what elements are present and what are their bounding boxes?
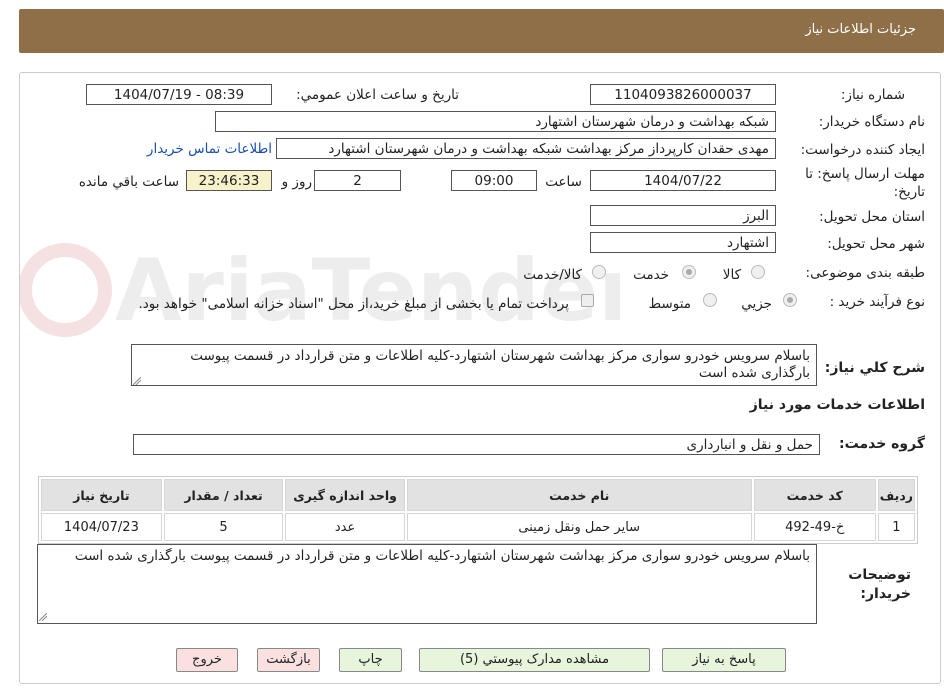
description-textarea: باسلام سرویس خودرو سواری مرکز بهداشت شهر… [131,344,817,386]
category-both-radio[interactable] [592,265,606,279]
col-quantity: تعداد / مقدار [163,479,284,511]
buyer-org-field: شبکه بهداشت و درمان شهرستان اشتهارد [215,111,776,132]
treasury-payment-checkbox[interactable] [581,294,594,307]
description-label: شرح کلي نیاز: [824,360,925,376]
services-section-title: اطلاعات خدمات مورد نیاز [749,397,925,413]
col-unit: واحد اندازه گیری [285,479,405,511]
remaining-label: ساعت باقي مانده [78,174,179,190]
reply-button[interactable]: پاسخ به نیاز [662,648,786,672]
process-minor-label: جزيي [741,296,772,312]
buyer-notes-textarea: باسلام سرویس خودرو سواری مرکز بهداشت شهر… [37,544,817,624]
process-medium-label: متوسط [648,296,691,312]
service-group-field: حمل و نقل و انبارداری [133,434,820,455]
announce-datetime-field: 1404/07/19 - 08:39 [86,84,272,105]
process-medium-radio[interactable] [703,293,717,307]
buyer-contact-link[interactable]: اطلاعات تماس خریدار [147,141,272,157]
category-service-label: خدمت [633,267,669,283]
services-table-header: ردیف کد خدمت نام خدمت واحد اندازه گیری ت… [41,479,915,511]
category-goods-label: کالا [722,267,741,283]
col-row-number: ردیف [877,479,915,511]
city-field: اشتهارد [590,232,776,253]
province-field: البرز [590,205,776,226]
need-number-field: 1104093826000037 [590,84,776,105]
watermark-logo: AriaTender.neT [20,241,620,341]
category-both-label: کالا/خدمت [523,267,582,283]
requester-field: مهدی حقدان کارپرداز مرکز بهداشت شبکه بهد… [276,138,776,159]
remaining-time-field: 23:46:33 [186,170,272,191]
payment-note: پرداخت تمام یا بخشی از مبلغ خرید،از محل … [138,296,569,312]
province-label: استان محل تحویل: [819,209,925,225]
watermark-emblem [20,243,112,337]
category-label: طبقه بندی موضوعی: [805,265,925,281]
page-title: جزئیات اطلاعات نیاز [805,22,916,37]
announce-label: تاریخ و ساعت اعلان عمومي: [296,87,459,103]
process-label: نوع فرآیند خرید : [829,294,925,310]
col-need-date: تاریخ نیاز [41,479,162,511]
cell-need-date: 1404/07/23 [41,513,162,541]
city-label: شهر محل تحویل: [827,236,925,252]
col-service-code: کد خدمت [753,479,876,511]
buyer-notes-label-2: خریدار: [860,586,911,602]
requester-label: ایجاد کننده درخواست: [800,142,925,158]
buyer-org-label: نام دستگاه خریدار: [818,114,925,130]
deadline-label: مهلت ارسال پاسخ: تا [805,166,925,182]
deadline-date-field: 1404/07/22 [590,170,776,191]
cell-quantity: 5 [163,513,284,541]
back-button[interactable]: بازگشت [257,648,320,672]
view-attachments-button[interactable]: مشاهده مدارک پیوستي (5) [419,648,650,672]
exit-button[interactable]: خروج [176,648,238,672]
services-table: ردیف کد خدمت نام خدمت واحد اندازه گیری ت… [38,476,918,544]
deadline-time-field: 09:00 [451,170,537,191]
cell-row-number: 1 [877,513,915,541]
days-label: روز و [281,174,312,190]
cell-service-name: سایر حمل ونقل زمینی [406,513,752,541]
category-goods-radio[interactable] [751,265,765,279]
need-number-label: شماره نیاز: [840,87,905,103]
deadline-label-2: تاریخ: [893,184,925,200]
service-group-label: گروه خدمت: [839,436,925,452]
process-minor-radio[interactable] [783,293,797,307]
buyer-notes-label: توضیحات [848,567,911,583]
buyer-notes-resize-handle[interactable] [39,613,47,621]
description-resize-handle[interactable] [133,377,141,385]
category-service-radio[interactable] [682,265,696,279]
cell-service-code: خ-49-492 [753,513,876,541]
time-label: ساعت [545,174,582,190]
days-field: 2 [314,170,401,191]
page-header: جزئیات اطلاعات نیاز [19,9,944,53]
cell-unit: عدد [285,513,405,541]
col-service-name: نام خدمت [406,479,752,511]
table-row: 1 خ-49-492 سایر حمل ونقل زمینی عدد 5 140… [41,513,915,541]
print-button[interactable]: چاپ [339,648,402,672]
watermark-text: AriaTender.neT [115,241,620,341]
